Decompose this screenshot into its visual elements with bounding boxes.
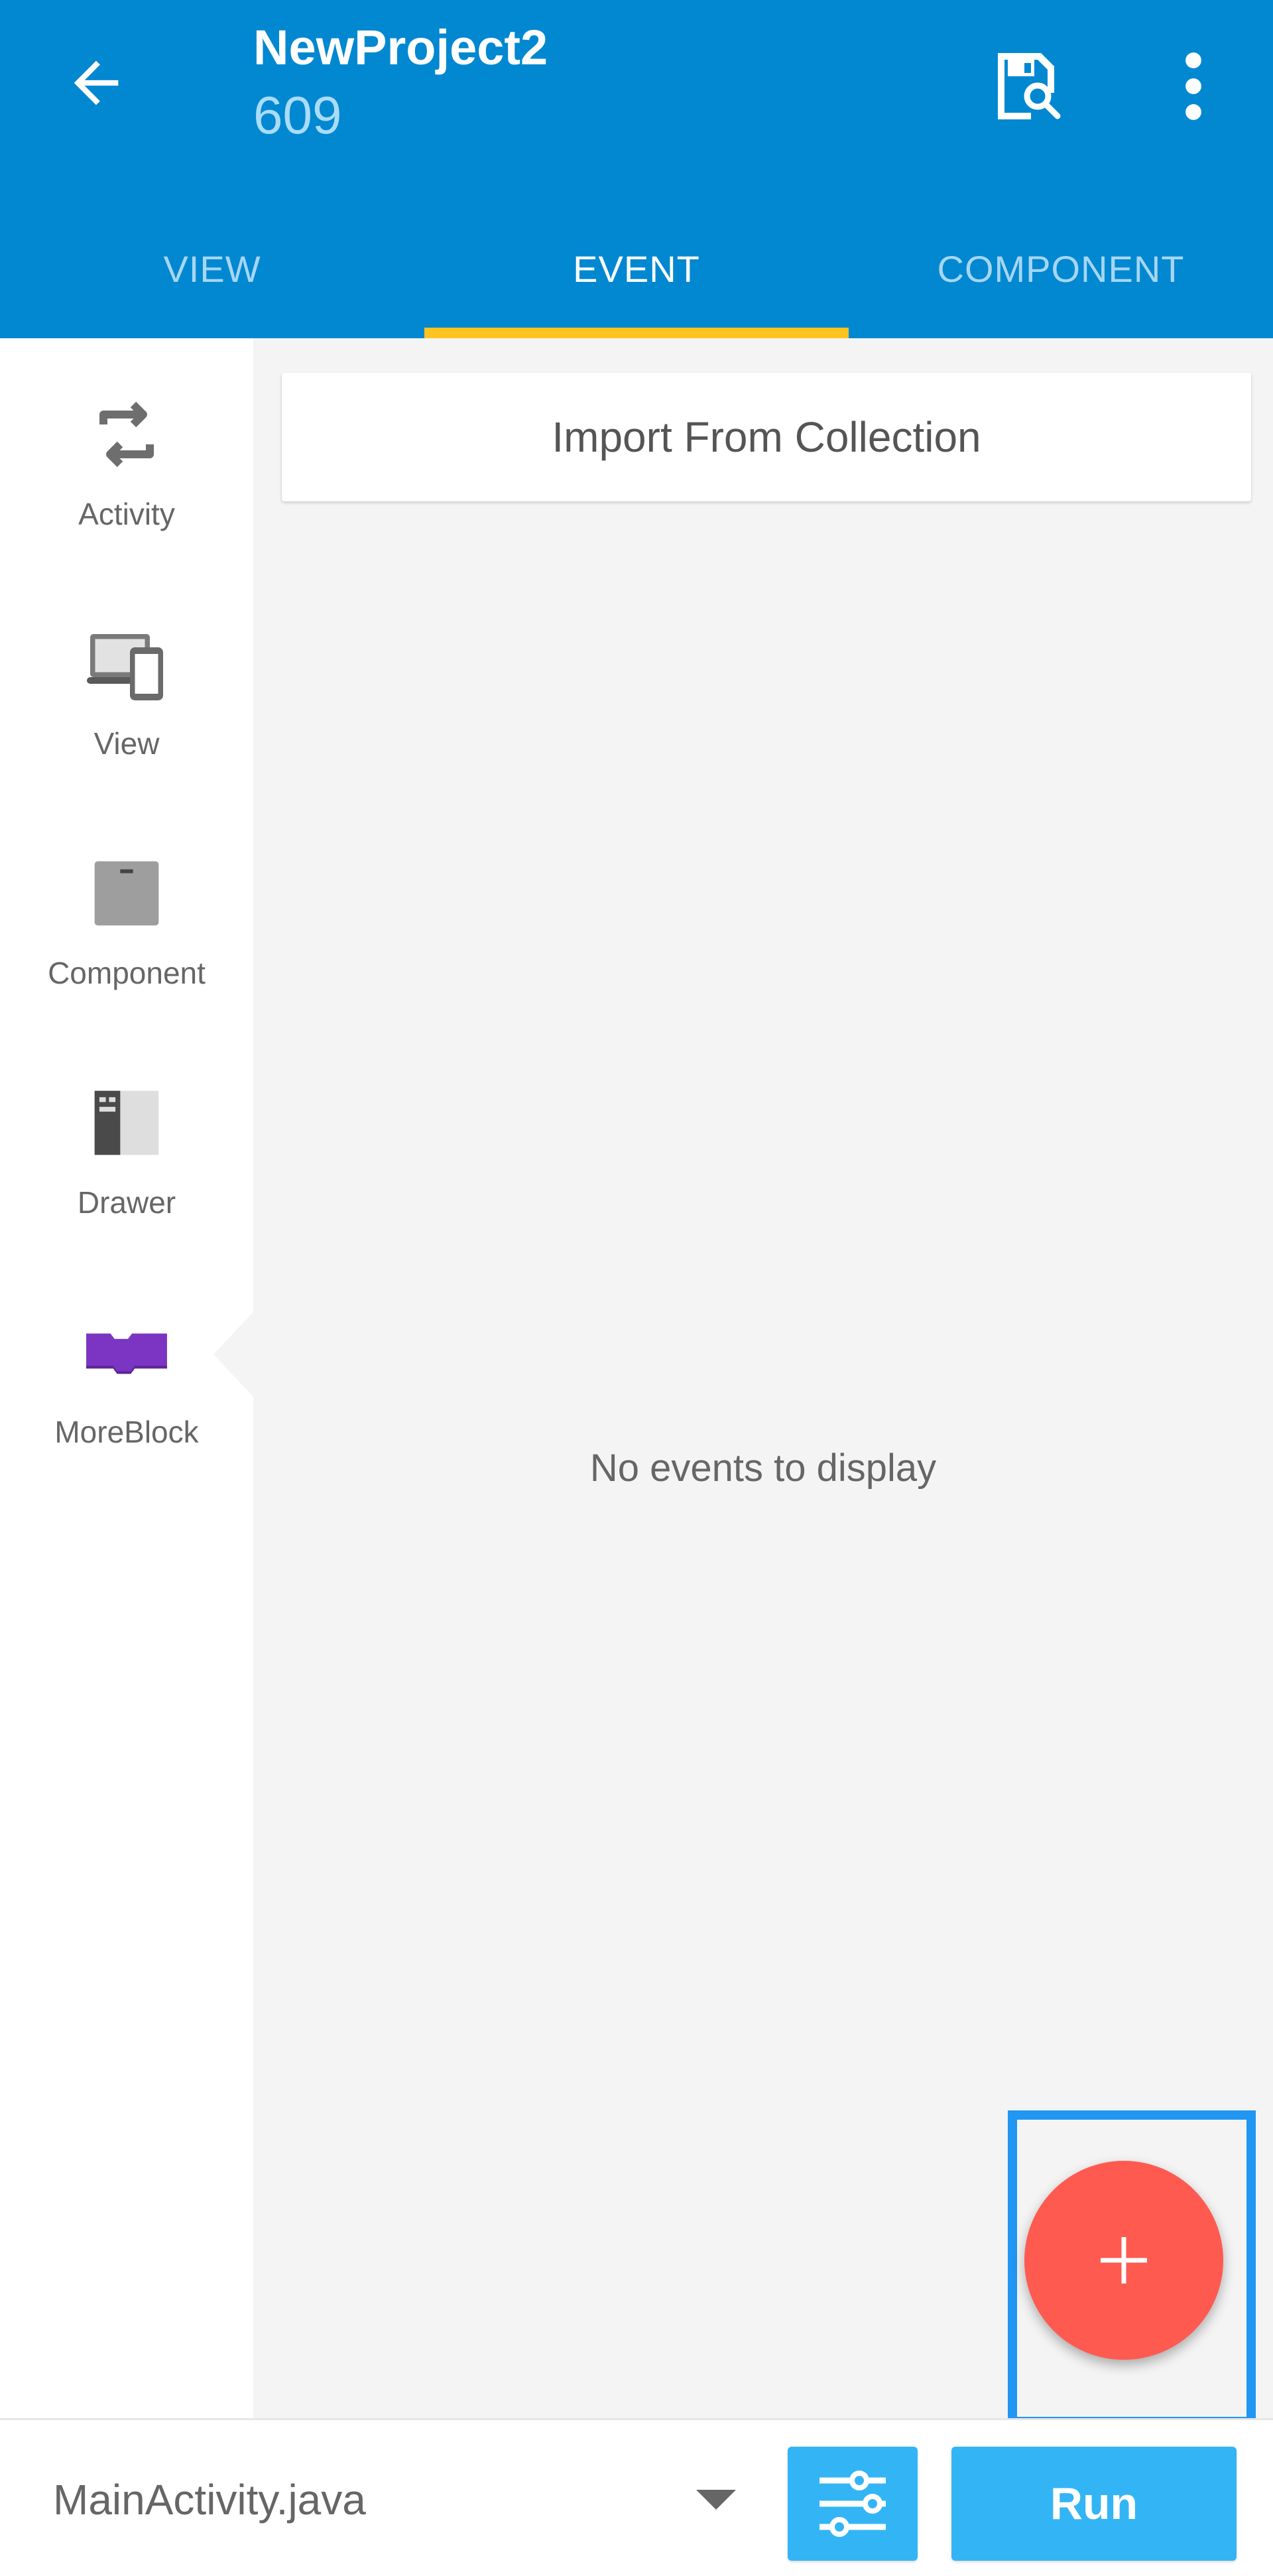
arrow-left-icon	[74, 60, 119, 105]
tab-event[interactable]: EVENT	[424, 199, 849, 338]
plus-icon	[1101, 2237, 1147, 2284]
tab-bar: VIEW EVENT COMPONENT	[0, 199, 1273, 338]
save-search-icon	[998, 53, 1061, 119]
component-box-icon	[84, 850, 170, 936]
back-button[interactable]	[53, 40, 139, 126]
palette-item-view[interactable]: View	[0, 568, 253, 780]
palette-item-activity[interactable]: Activity	[0, 338, 253, 550]
palette-label-activity: Activity	[78, 497, 175, 531]
palette-label-drawer: Drawer	[77, 1185, 176, 1220]
settings-button[interactable]	[788, 2447, 918, 2561]
tab-component[interactable]: COMPONENT	[849, 199, 1273, 338]
save-button[interactable]	[981, 40, 1074, 133]
tab-event-label: EVENT	[573, 247, 700, 290]
palette-item-component[interactable]: Component	[0, 797, 253, 1009]
palette-label-component: Component	[48, 956, 206, 990]
more-vertical-icon	[1185, 52, 1201, 120]
palette-selection-pointer	[213, 1312, 253, 1397]
file-selector-dropdown[interactable]: MainActivity.java	[53, 2453, 736, 2546]
bottom-bar: MainActivity.java Run	[0, 2418, 1273, 2576]
title-block: NewProject2 609	[253, 15, 548, 150]
palette-label-moreblock: MoreBlock	[54, 1415, 199, 1449]
palette-item-drawer[interactable]: Drawer	[0, 1027, 253, 1239]
activity-cycle-icon	[84, 391, 170, 478]
run-button[interactable]: Run	[951, 2447, 1237, 2561]
tab-view-label: VIEW	[163, 247, 261, 290]
drawer-icon	[84, 1080, 170, 1166]
tab-indicator	[424, 328, 849, 338]
tab-component-label: COMPONENT	[937, 247, 1185, 290]
palette-label-view: View	[93, 726, 160, 761]
project-id: 609	[253, 86, 342, 145]
tune-sliders-icon	[819, 2470, 886, 2537]
tab-view[interactable]: VIEW	[0, 199, 424, 338]
project-name: NewProject2	[253, 20, 548, 75]
moreblock-icon	[84, 1309, 170, 1395]
more-options-button[interactable]	[1154, 40, 1233, 133]
devices-icon	[84, 621, 170, 707]
import-from-collection-button[interactable]: Import From Collection	[282, 373, 1251, 501]
add-event-fab[interactable]	[1024, 2161, 1223, 2360]
empty-state-message: No events to display	[589, 1447, 937, 1490]
caret-down-icon	[696, 2490, 736, 2510]
app-bar: NewProject2 609 VIEW EVENT COMPONENT	[0, 0, 1273, 338]
file-name: MainActivity.java	[53, 2476, 366, 2524]
